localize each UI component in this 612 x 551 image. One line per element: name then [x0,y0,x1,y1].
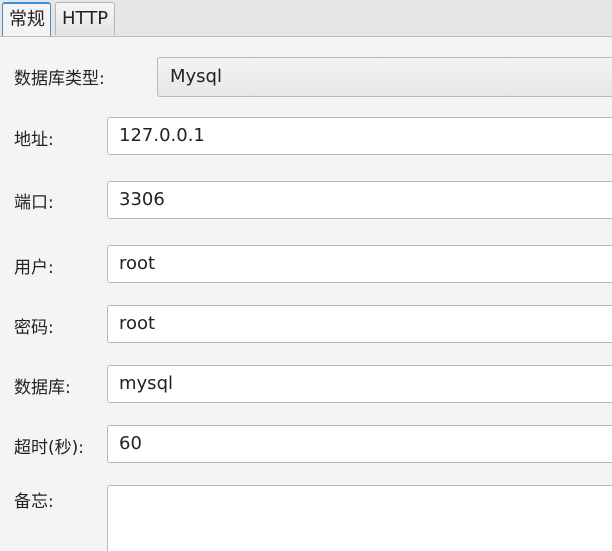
tab-http[interactable]: HTTP [55,2,115,35]
host-label: 地址: [14,130,54,150]
remark-label: 备忘: [14,492,54,512]
user-label: 用户: [14,258,54,278]
database-label: 数据库: [14,378,71,398]
tab-general[interactable]: 常规 [2,2,51,36]
user-input[interactable]: root [107,245,612,283]
remark-textarea[interactable] [107,485,612,551]
password-label: 密码: [14,318,54,338]
port-label: 端口: [14,193,54,213]
port-input[interactable]: 3306 [107,181,612,219]
tab-bar: 常规 HTTP [0,0,612,37]
db-type-label: 数据库类型: [14,69,105,89]
password-input[interactable]: root [107,305,612,343]
timeout-input[interactable]: 60 [107,425,612,463]
connection-settings-window: 常规 HTTP 数据库类型: Mysql 地址: 127.0.0.1 端口: 3… [0,0,612,551]
database-input[interactable]: mysql [107,365,612,403]
db-type-select[interactable]: Mysql [157,57,612,97]
timeout-label: 超时(秒): [14,438,84,458]
host-input[interactable]: 127.0.0.1 [107,117,612,155]
